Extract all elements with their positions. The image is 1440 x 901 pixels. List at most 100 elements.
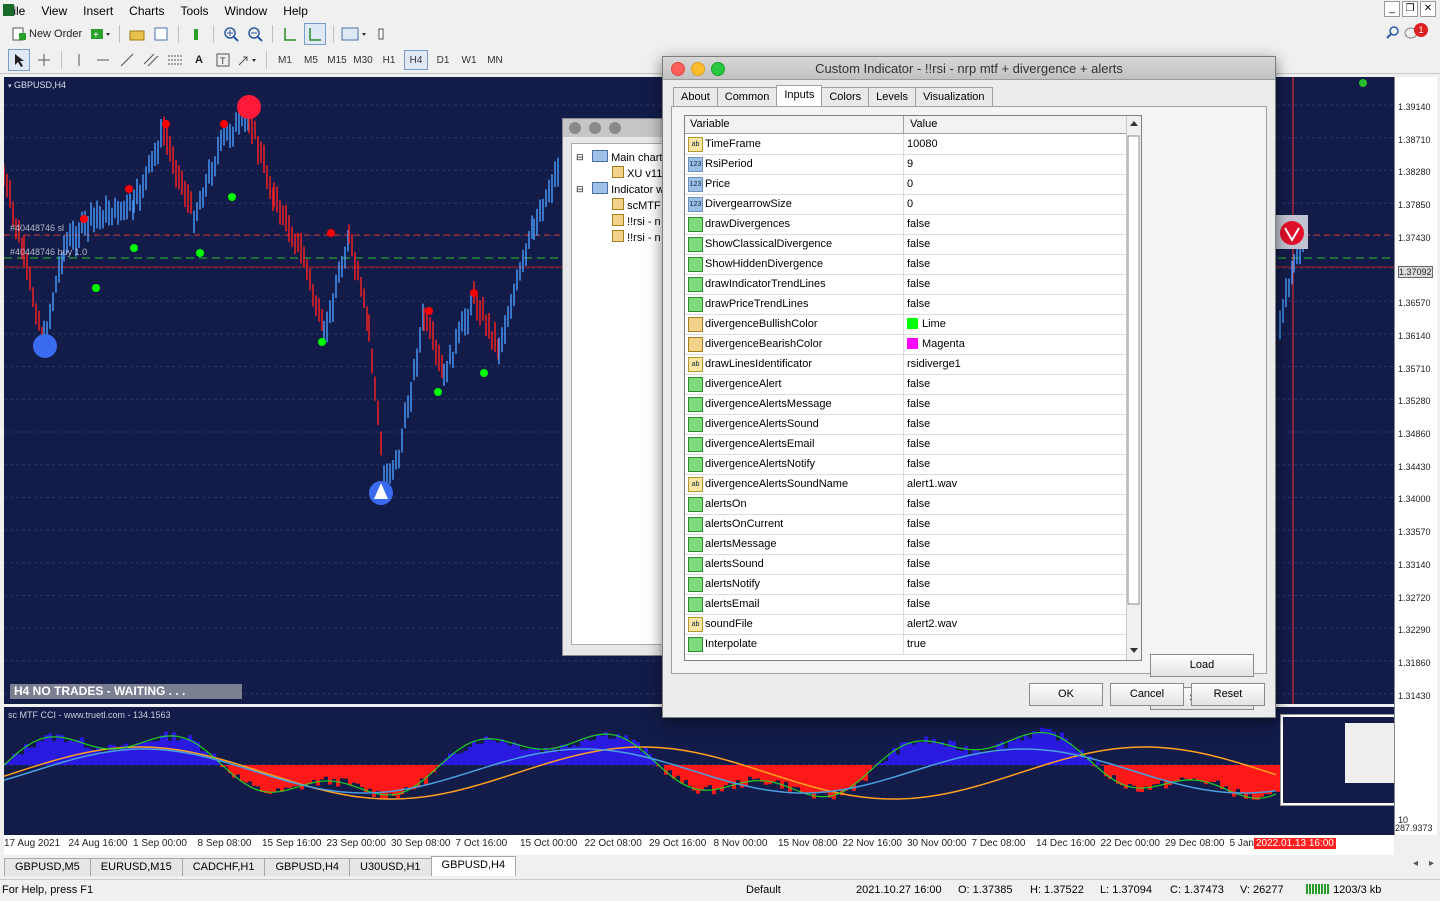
tf-h1[interactable]: H1 xyxy=(378,51,400,69)
open-folder-icon[interactable] xyxy=(127,24,147,44)
tf-m1[interactable]: M1 xyxy=(274,51,296,69)
tree-item-main-chart[interactable]: Main chart xyxy=(592,150,662,164)
tf-m15[interactable]: M15 xyxy=(326,51,348,69)
tab-levels[interactable]: Levels xyxy=(868,87,916,107)
reset-button[interactable]: Reset xyxy=(1191,683,1265,706)
input-row[interactable]: drawPriceTrendLinesfalse xyxy=(685,294,1127,315)
minimize-icon[interactable]: _ xyxy=(1384,1,1400,17)
market-watch-icon[interactable] xyxy=(186,24,206,44)
input-value[interactable]: false xyxy=(907,578,930,590)
input-value[interactable]: Magenta xyxy=(907,338,965,350)
price-scale[interactable]: 1.391401.387101.382801.378501.374301.370… xyxy=(1394,77,1437,835)
input-row[interactable]: alertsSoundfalse xyxy=(685,554,1127,575)
input-value[interactable]: false xyxy=(907,558,930,570)
tab-colors[interactable]: Colors xyxy=(821,87,869,107)
input-value[interactable]: false xyxy=(907,378,930,390)
input-row[interactable]: drawIndicatorTrendLinesfalse xyxy=(685,274,1127,295)
input-row[interactable]: divergenceAlertsSoundfalse xyxy=(685,414,1127,435)
input-value[interactable]: false xyxy=(907,298,930,310)
input-value[interactable]: 0 xyxy=(907,198,913,210)
input-row[interactable]: abdivergenceAlertsSoundNamealert1.wav xyxy=(685,474,1127,495)
fibonacci-icon[interactable] xyxy=(165,50,185,70)
input-row[interactable]: alertsNotifyfalse xyxy=(685,574,1127,595)
tf-w1[interactable]: W1 xyxy=(458,51,480,69)
vertical-line-icon[interactable] xyxy=(69,50,89,70)
tab-inputs[interactable]: Inputs xyxy=(776,85,822,106)
input-value[interactable]: false xyxy=(907,398,930,410)
horizontal-line-icon[interactable] xyxy=(93,50,113,70)
input-row[interactable]: alertsOnfalse xyxy=(685,494,1127,515)
input-row[interactable]: ShowHiddenDivergencefalse xyxy=(685,254,1127,275)
input-row[interactable]: alertsOnCurrentfalse xyxy=(685,514,1127,535)
input-row[interactable]: divergenceBullishColorLime xyxy=(685,314,1127,335)
input-row[interactable]: divergenceAlertfalse xyxy=(685,374,1127,395)
tree-item-xu[interactable]: XU v11 xyxy=(612,166,662,180)
notifications-button[interactable]: 1 xyxy=(1404,23,1432,41)
chart-tab-gbpusd-h4[interactable]: GBPUSD,H4 xyxy=(264,858,350,876)
column-header-value[interactable]: Value xyxy=(910,118,937,130)
tab-visualization[interactable]: Visualization xyxy=(915,87,993,107)
new-order-button[interactable]: New Order xyxy=(8,24,86,44)
cancel-button[interactable]: Cancel xyxy=(1110,683,1184,706)
input-row[interactable]: alertsMessagefalse xyxy=(685,534,1127,555)
tf-d1[interactable]: D1 xyxy=(432,51,454,69)
connection-status[interactable]: 1203/3 kb xyxy=(1306,884,1381,896)
menu-window[interactable]: Window xyxy=(219,4,278,18)
input-row[interactable]: 123DivergearrowSize0 xyxy=(685,194,1127,215)
tab-scroll-right-icon[interactable]: ▸ xyxy=(1429,858,1434,869)
input-row[interactable]: Interpolatetrue xyxy=(685,634,1127,655)
grid-scrollbar[interactable] xyxy=(1126,116,1141,660)
input-value[interactable]: false xyxy=(907,538,930,550)
input-row[interactable]: divergenceAlertsNotifyfalse xyxy=(685,454,1127,475)
close-icon[interactable]: ✕ xyxy=(1420,1,1436,17)
collapse-icon[interactable]: ⊟ xyxy=(576,184,584,195)
chart-tab-eurusd-m15[interactable]: EURUSD,M15 xyxy=(90,858,183,876)
templates-icon[interactable] xyxy=(371,24,391,44)
menu-insert[interactable]: Insert xyxy=(77,4,123,18)
tree-item-rsi-2[interactable]: !!rsi - n xyxy=(612,230,661,244)
input-row[interactable]: abTimeFrame10080 xyxy=(685,134,1127,155)
menu-tools[interactable]: Tools xyxy=(175,4,219,18)
tab-about[interactable]: About xyxy=(673,87,718,107)
add-chart-button[interactable]: + xyxy=(90,24,112,44)
input-value[interactable]: 9 xyxy=(907,158,913,170)
dialog-titlebar[interactable]: Custom Indicator - !!rsi - nrp mtf + div… xyxy=(663,57,1275,80)
input-row[interactable]: drawDivergencesfalse xyxy=(685,214,1127,235)
tree-item-rsi-1[interactable]: !!rsi - n xyxy=(612,214,661,228)
input-value[interactable]: false xyxy=(907,218,930,230)
input-value[interactable]: false xyxy=(907,278,930,290)
load-button[interactable]: Load xyxy=(1150,654,1254,677)
input-row[interactable]: 123Price0 xyxy=(685,174,1127,195)
menu-charts[interactable]: Charts xyxy=(123,4,174,18)
trendline-icon[interactable] xyxy=(117,50,137,70)
close-dot-icon[interactable] xyxy=(569,122,581,134)
input-row[interactable]: divergenceAlertsMessagefalse xyxy=(685,394,1127,415)
input-value[interactable]: 10080 xyxy=(907,138,938,150)
input-value[interactable]: false xyxy=(907,598,930,610)
tf-mn[interactable]: MN xyxy=(484,51,506,69)
cci-subwindow[interactable]: sc MTF CCI - www.truetl.com - 134.1563 xyxy=(4,707,1394,835)
input-value[interactable]: false xyxy=(907,498,930,510)
input-value[interactable]: false xyxy=(907,458,930,470)
tf-m5[interactable]: M5 xyxy=(300,51,322,69)
tf-h4[interactable]: H4 xyxy=(404,50,428,70)
ok-button[interactable]: OK xyxy=(1029,683,1103,706)
chart-tab-gbpusd-h4-active[interactable]: GBPUSD,H4 xyxy=(431,856,517,876)
zoom-out-icon[interactable] xyxy=(245,24,265,44)
input-row[interactable]: divergenceBearishColorMagenta xyxy=(685,334,1127,355)
input-row[interactable]: alertsEmailfalse xyxy=(685,594,1127,615)
menu-view[interactable]: View xyxy=(35,4,77,18)
tf-m30[interactable]: M30 xyxy=(352,51,374,69)
crosshair-icon[interactable] xyxy=(34,50,54,70)
menu-help[interactable]: Help xyxy=(277,4,318,18)
input-value[interactable]: true xyxy=(907,638,926,650)
input-value[interactable]: false xyxy=(907,258,930,270)
arrows-icon[interactable] xyxy=(237,50,259,70)
input-value[interactable]: false xyxy=(907,238,930,250)
input-value[interactable]: 0 xyxy=(907,178,913,190)
chart-tab-cadchf-h1[interactable]: CADCHF,H1 xyxy=(182,858,266,876)
profiles-icon[interactable] xyxy=(151,24,171,44)
equidistant-channel-icon[interactable] xyxy=(141,50,161,70)
tree-item-indicator-window[interactable]: Indicator w xyxy=(592,182,664,196)
input-row[interactable]: absoundFilealert2.wav xyxy=(685,614,1127,635)
